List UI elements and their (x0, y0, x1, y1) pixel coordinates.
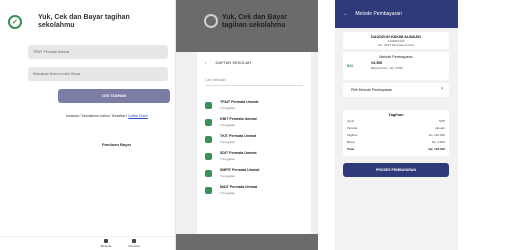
payment-screen: ← Metode Pembayaran DAUDZUN HAKIM ALWAJI… (335, 0, 458, 250)
method-card: Metode Pembayaran BSI VA BSI Biaya Admin… (343, 52, 449, 80)
check-bill-button[interactable]: CEK TAGIHAN (58, 89, 170, 103)
process-payment-button[interactable]: PROSES PEMBAYARAN (343, 163, 449, 177)
admin-fee: Biaya Admin : Rp 3.500,- (371, 66, 405, 70)
school-icon (205, 153, 212, 160)
bank-logo: BSI (347, 64, 353, 68)
school-icon (205, 187, 212, 194)
school-item[interactable]: MAIT Permata Ummat Trenggalek (205, 185, 305, 198)
page-title: Yuk, Cek dan Bayar tagihan sekolahmu (38, 14, 130, 29)
school-city: Trenggalek (220, 157, 235, 161)
school-city: Trenggalek (220, 123, 235, 127)
bill-total-row: Total Rp. 123.500 (347, 147, 445, 151)
back-arrow-icon[interactable]: ← (343, 11, 348, 17)
sheet-header: ‹ DAFTAR SEKOLAH (205, 60, 251, 65)
bill-card: Tagihan Jenis SPP Periode Januari Tagihan R… (343, 110, 449, 156)
method-title: Metode Pembayaran (379, 55, 413, 59)
student-school: 5A - SDIT Permata Ummat (378, 43, 414, 47)
payment-guide-link[interactable]: Panduan Bayar (102, 142, 131, 147)
payment-header: ← Metode Pembayaran (335, 0, 458, 28)
school-item[interactable]: SMPIT Permata Ummat Trenggalek (205, 168, 305, 181)
school-city: Trenggalek (220, 191, 235, 195)
choose-method-label: Pilih Metode Pembayaran (351, 88, 393, 92)
register-text: Instansi / Sekolahmu belum Terdaftar? (66, 114, 128, 118)
school-name: KBIT Permata Ummat (220, 117, 257, 121)
bill-row: Tagihan Rp. 120.000 (347, 133, 445, 137)
school-icon (205, 119, 212, 126)
register-prompt: Instansi / Sekolahmu belum Terdaftar? Da… (66, 114, 148, 118)
school-select[interactable]: TPAIT Permata Ummat (28, 45, 168, 59)
app-logo-icon (204, 14, 218, 28)
page-title: Yuk, Cek dan Bayar tagihan sekolahmu (222, 14, 287, 29)
nav-info[interactable]: Informasi (124, 239, 144, 248)
school-icon (205, 170, 212, 177)
school-name: TPAIT Permata Ummat (220, 100, 259, 104)
school-city: Trenggalek (220, 140, 235, 144)
nav-info-label: Informasi (128, 244, 140, 248)
app-logo-icon: ✓ (8, 15, 22, 29)
nav-home[interactable]: Beranda (96, 239, 116, 248)
home-icon (104, 239, 108, 243)
school-name: MAIT Permata Ummat (220, 185, 258, 189)
va-label: VA BSI (371, 61, 383, 65)
school-sheet: ‹ DAFTAR SEKOLAH Cari Sekolah TPAIT Perm… (197, 52, 311, 234)
chevron-right-icon: › (441, 86, 443, 92)
school-item[interactable]: KBIT Permata Ummat Trenggalek (205, 117, 305, 130)
school-item[interactable]: TKIT Permata Ummat Trenggalek (205, 134, 305, 147)
school-name: SMPIT Permata Ummat (220, 168, 260, 172)
school-icon (205, 102, 212, 109)
header: ✓ Yuk, Cek dan Bayar tagihan sekolahmu (8, 14, 148, 30)
choose-method-button[interactable]: Pilih Metode Pembayaran › (343, 83, 449, 97)
nav-home-label: Beranda (100, 244, 112, 248)
school-item[interactable]: SDIT Permata Ummat Trenggalek (205, 151, 305, 164)
info-icon (132, 239, 136, 243)
school-item[interactable]: TPAIT Permata Ummat Trenggalek (205, 100, 305, 113)
school-city: Trenggalek (220, 174, 235, 178)
bottom-nav: Beranda Informasi (0, 236, 175, 250)
student-card: DAUDZUN HAKIM ALWAJID 1234567222 5A - SD… (343, 32, 449, 49)
school-search-input[interactable]: Cari Sekolah (205, 78, 303, 86)
school-name: SDIT Permata Ummat (220, 151, 257, 155)
bill-title: Tagihan (388, 112, 404, 117)
bill-row: Biaya Rp. 3.500 (347, 140, 445, 144)
back-arrow-icon[interactable]: ‹ (205, 60, 206, 65)
payment-header-title: Metode Pembayaran (355, 11, 402, 17)
school-name: TKIT Permata Ummat (220, 134, 257, 138)
overlay-bottom (176, 234, 318, 250)
sheet-title: DAFTAR SEKOLAH (215, 60, 252, 65)
bill-row: Jenis SPP (347, 119, 445, 123)
bill-row: Periode Januari (347, 126, 445, 130)
school-icon (205, 136, 212, 143)
student-id-input[interactable]: Masukkan Nomor Induk Siswa (28, 67, 168, 81)
check-bill-screen: ✓ Yuk, Cek dan Bayar tagihan sekolahmu T… (0, 0, 176, 250)
register-link[interactable]: Daftar Disini (128, 114, 148, 118)
school-picker-screen: Yuk, Cek dan Bayar tagihan sekolahmu ‹ D… (176, 0, 318, 250)
school-city: Trenggalek (220, 106, 235, 110)
